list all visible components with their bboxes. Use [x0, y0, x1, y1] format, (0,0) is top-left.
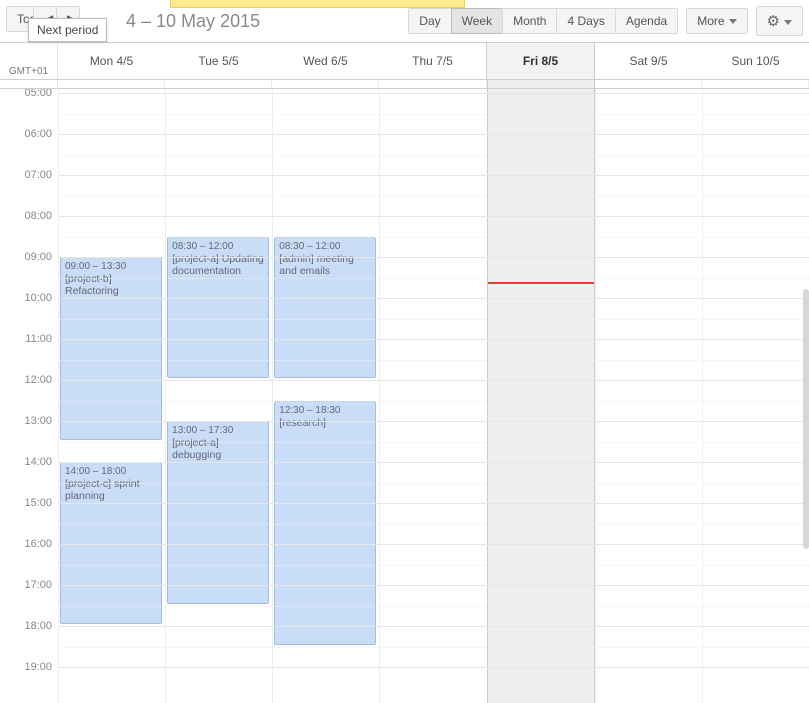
hour-label: 12:00: [24, 374, 52, 386]
now-indicator: [488, 282, 594, 284]
hour-label: 17:00: [24, 579, 52, 591]
day-header[interactable]: Fri 8/5: [486, 43, 595, 79]
allday-cell[interactable]: [487, 80, 595, 88]
view-agenda-button[interactable]: Agenda: [615, 8, 678, 34]
day-column[interactable]: 08:30 – 12:00[admin] meeting and emails1…: [272, 89, 379, 703]
day-column[interactable]: 08:30 – 12:00[project-a] Updating docume…: [165, 89, 272, 703]
day-header[interactable]: Wed 6/5: [272, 43, 379, 79]
more-label: More: [697, 14, 724, 28]
allday-cell[interactable]: [58, 80, 165, 88]
hour-label: 19:00: [24, 661, 52, 673]
caret-down-icon: [784, 20, 792, 25]
hour-label: 11:00: [25, 333, 52, 345]
view-4days-button[interactable]: 4 Days: [556, 8, 615, 34]
allday-cell[interactable]: [595, 80, 702, 88]
hour-label: 13:00: [24, 415, 52, 427]
day-column[interactable]: [487, 89, 595, 703]
day-column[interactable]: [702, 89, 809, 703]
time-gutter: 05:00 06:00 07:00 08:00 09:00 10:00 11:00 12:00…: [0, 89, 58, 703]
allday-cell[interactable]: [165, 80, 272, 88]
hour-label: 06:00: [24, 128, 52, 140]
event-time: 09:00 – 13:30: [65, 261, 157, 272]
allday-cell[interactable]: [272, 80, 379, 88]
timezone-label: GMT+01: [0, 43, 58, 79]
event-title: [research]: [279, 417, 371, 429]
day-header[interactable]: Sun 10/5: [702, 43, 809, 79]
day-header[interactable]: Mon 4/5: [58, 43, 165, 79]
event-time: 12:30 – 18:30: [279, 405, 371, 416]
hour-label: 10:00: [24, 292, 52, 304]
view-week-button[interactable]: Week: [451, 8, 503, 34]
settings-button[interactable]: ⚙: [756, 6, 803, 36]
view-day-button[interactable]: Day: [408, 8, 451, 34]
day-header-row: GMT+01 Mon 4/5Tue 5/5Wed 6/5Thu 7/5Fri 8…: [0, 42, 809, 80]
hour-label: 09:00: [24, 251, 52, 263]
view-switch: DayWeekMonth4 DaysAgenda: [408, 8, 678, 34]
hour-label: 14:00: [24, 456, 52, 468]
day-column[interactable]: [595, 89, 702, 703]
hour-label: 07:00: [24, 169, 52, 181]
day-header[interactable]: Sat 9/5: [595, 43, 702, 79]
notification-banner: [170, 0, 465, 8]
hour-label: 08:00: [24, 210, 52, 222]
allday-cell[interactable]: [379, 80, 486, 88]
event-time: 13:00 – 17:30: [172, 425, 264, 436]
hour-label: 05:00: [24, 89, 52, 99]
hour-label: 18:00: [24, 620, 52, 632]
day-header[interactable]: Thu 7/5: [379, 43, 486, 79]
more-menu-button[interactable]: More: [686, 8, 747, 34]
event-time: 08:30 – 12:00: [279, 241, 371, 252]
toolbar: Today ◀ ▶ Next period 4 – 10 May 2015 Da…: [0, 0, 809, 42]
event-time: 08:30 – 12:00: [172, 241, 264, 252]
view-month-button[interactable]: Month: [502, 8, 557, 34]
next-period-tooltip: Next period: [28, 18, 107, 42]
allday-row: [0, 80, 809, 89]
allday-cell[interactable]: [702, 80, 809, 88]
calendar-event[interactable]: 09:00 – 13:30[project-b] Refactoring: [60, 257, 162, 440]
calendar-event[interactable]: 12:30 – 18:30[research]: [274, 401, 376, 645]
day-header[interactable]: Tue 5/5: [165, 43, 272, 79]
calendar-event[interactable]: 13:00 – 17:30[project-a] debugging: [167, 421, 269, 604]
scrollbar[interactable]: [803, 289, 809, 549]
day-column[interactable]: 09:00 – 13:30[project-b] Refactoring 14:0…: [58, 89, 165, 703]
hour-label: 16:00: [24, 538, 52, 550]
date-range: 4 – 10 May 2015: [126, 11, 260, 32]
caret-down-icon: [729, 19, 737, 24]
hour-label: 15:00: [24, 497, 52, 509]
calendar-grid[interactable]: 05:00 06:00 07:00 08:00 09:00 10:00 11:00 12:00…: [0, 89, 809, 703]
event-time: 14:00 – 18:00: [65, 466, 157, 477]
day-column[interactable]: [379, 89, 486, 703]
gear-icon: ⚙: [767, 13, 780, 30]
calendar-event[interactable]: 14:00 – 18:00[project-c] sprint planning: [60, 462, 162, 624]
